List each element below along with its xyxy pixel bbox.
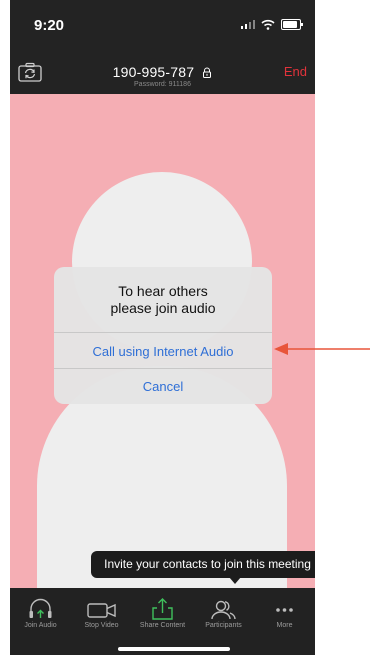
status-time: 9:20 [34, 17, 65, 34]
video-camera-icon [87, 603, 116, 618]
invite-tooltip: Invite your contacts to join this meetin… [91, 551, 315, 578]
join-audio-button[interactable]: Join Audio [10, 588, 71, 648]
lock-icon [203, 67, 212, 78]
dialog-title: To hear others please join audio [54, 283, 272, 317]
share-content-label: Share Content [139, 622, 186, 629]
participants-button[interactable]: Participants [193, 588, 254, 648]
status-bar: 9:20 [10, 0, 315, 44]
status-icons [241, 18, 303, 30]
participants-label: Participants [205, 622, 242, 629]
end-button[interactable]: End [284, 64, 307, 79]
annotation-arrow-icon [274, 343, 370, 355]
headphones-icon [29, 598, 52, 618]
dialog-divider [54, 368, 272, 369]
bottom-toolbar: Join Audio Stop Video Share Content Part… [10, 588, 315, 655]
call-internet-audio-button[interactable]: Call using Internet Audio [54, 344, 272, 359]
dialog-title-line2: please join audio [110, 300, 216, 316]
share-upload-icon [152, 598, 173, 620]
stop-video-button[interactable]: Stop Video [71, 588, 132, 648]
join-audio-dialog: To hear others please join audio Call us… [54, 267, 272, 404]
share-content-button[interactable]: Share Content [132, 588, 193, 648]
dialog-title-line1: To hear others [118, 283, 208, 299]
more-button[interactable]: More [254, 588, 315, 648]
more-dots-icon [276, 608, 293, 612]
tooltip-tail [229, 577, 241, 584]
participants-icon [211, 600, 236, 620]
signal-icon [241, 19, 255, 29]
more-label: More [276, 622, 293, 629]
phone-screen: 9:20 190-995-787 Password: 911186 End To… [10, 0, 315, 655]
meeting-password: Password: 911186 [134, 81, 191, 88]
meeting-id-text: 190-995-787 [112, 64, 195, 80]
join-audio-label: Join Audio [24, 622, 57, 629]
battery-icon [281, 18, 303, 30]
dialog-divider [54, 332, 272, 333]
cancel-button[interactable]: Cancel [54, 379, 272, 394]
meeting-header: 190-995-787 Password: 911186 End [10, 44, 315, 94]
meeting-id: 190-995-787 [10, 64, 315, 80]
wifi-icon [261, 19, 275, 30]
stop-video-label: Stop Video [84, 622, 119, 629]
home-indicator [118, 647, 230, 651]
